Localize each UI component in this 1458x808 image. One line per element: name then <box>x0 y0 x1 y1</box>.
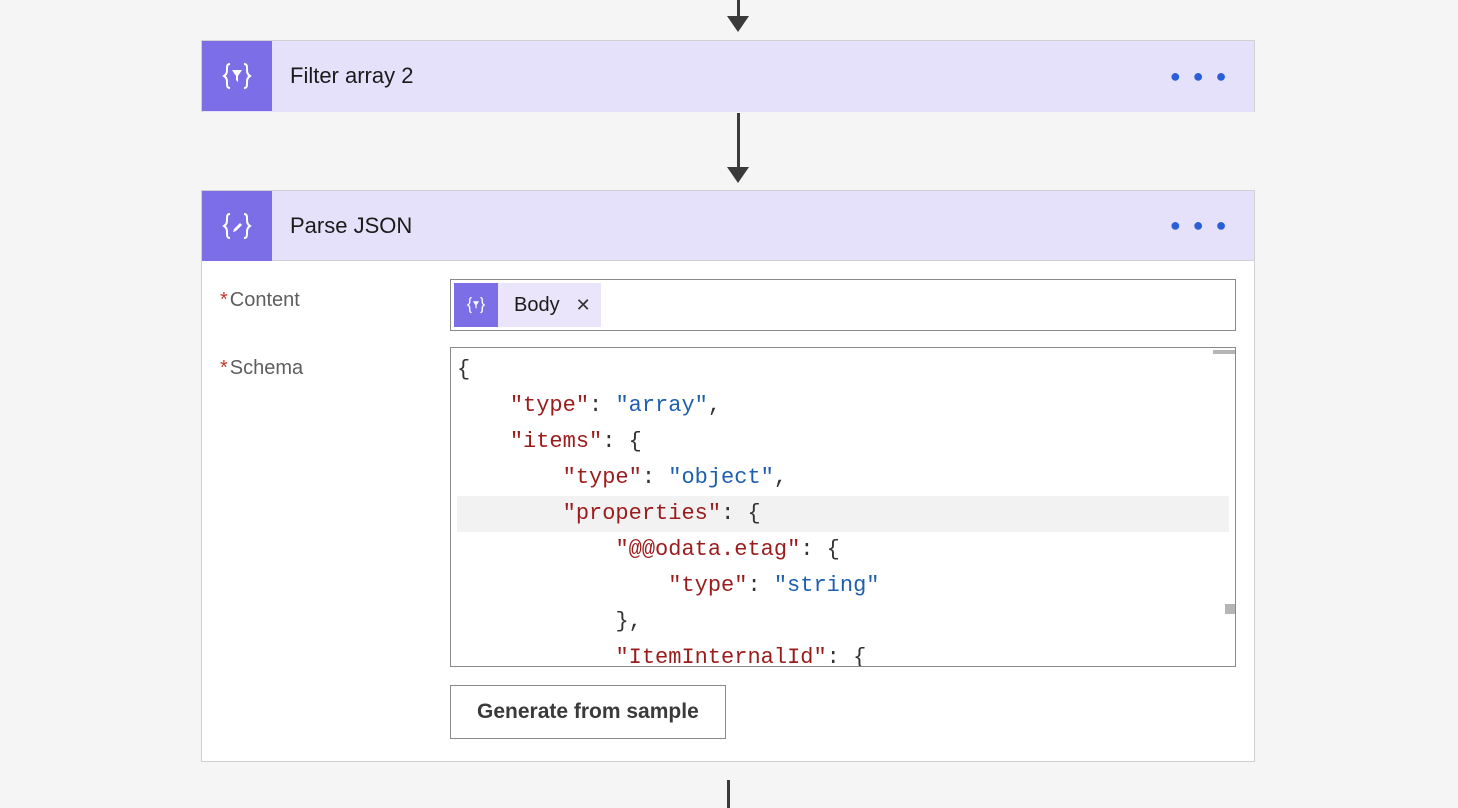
code-line[interactable]: "@@odata.etag": { <box>457 532 1229 568</box>
flow-arrow <box>727 0 749 32</box>
step-menu-button[interactable]: ● ● ● <box>1146 215 1254 236</box>
code-line[interactable]: "type": "string" <box>457 568 1229 604</box>
step-header[interactable]: Filter array 2 ● ● ● <box>202 41 1254 112</box>
code-line[interactable]: "properties": { <box>457 496 1229 532</box>
code-line[interactable]: { <box>457 352 1229 388</box>
code-line[interactable]: }, <box>457 604 1229 640</box>
code-line[interactable]: "type": "array", <box>457 388 1229 424</box>
token-remove-button[interactable]: ✕ <box>570 295 601 316</box>
flow-arrow <box>727 780 730 808</box>
flow-arrow <box>727 113 749 183</box>
generate-from-sample-button[interactable]: Generate from sample <box>450 685 726 739</box>
scrollbar-marker <box>1213 350 1235 354</box>
scrollbar-thumb[interactable] <box>1225 604 1235 614</box>
content-input[interactable]: Body ✕ <box>450 279 1236 331</box>
content-label: *Content <box>220 279 450 312</box>
schema-label: *Schema <box>220 347 450 380</box>
braces-pencil-icon <box>202 191 272 261</box>
step-filter-array-2[interactable]: Filter array 2 ● ● ● <box>201 40 1255 112</box>
schema-editor[interactable]: { "type": "array", "items": { "type": "o… <box>450 347 1236 667</box>
step-header[interactable]: Parse JSON ● ● ● <box>202 191 1254 261</box>
code-line[interactable]: "items": { <box>457 424 1229 460</box>
token-label: Body <box>498 294 570 317</box>
schema-row: *Schema { "type": "array", "items": { "t… <box>220 347 1236 739</box>
step-body: *Content Body <box>202 261 1254 761</box>
code-line[interactable]: "ItemInternalId": { <box>457 640 1229 667</box>
braces-funnel-icon <box>202 41 272 111</box>
code-line[interactable]: "type": "object", <box>457 460 1229 496</box>
dynamic-content-token[interactable]: Body ✕ <box>454 283 601 327</box>
step-title: Filter array 2 <box>272 63 1146 89</box>
step-menu-button[interactable]: ● ● ● <box>1146 66 1254 87</box>
step-title: Parse JSON <box>272 213 1146 239</box>
step-parse-json: Parse JSON ● ● ● *Content <box>201 190 1255 762</box>
content-row: *Content Body <box>220 279 1236 331</box>
braces-funnel-icon <box>454 283 498 327</box>
